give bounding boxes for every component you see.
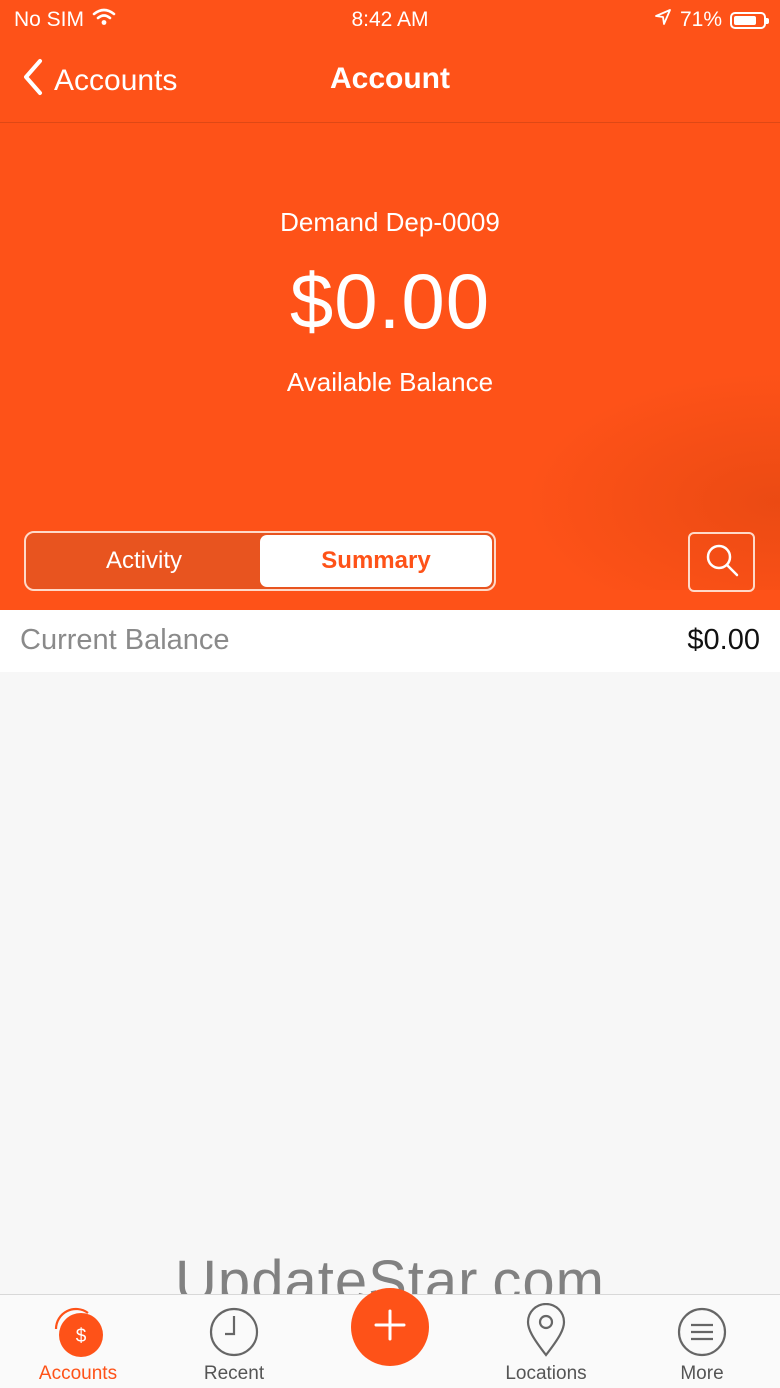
battery-percent: 71% [679, 8, 722, 31]
menu-icon [675, 1303, 729, 1362]
activity-summary-segmented-control: Activity Summary [24, 531, 496, 591]
plus-icon [374, 1309, 406, 1346]
account-name: Demand Dep-0009 [280, 207, 500, 237]
segment-summary[interactable]: Summary [260, 535, 492, 587]
battery-icon [730, 11, 769, 29]
segment-activity[interactable]: Activity [28, 535, 260, 587]
tab-more-label: More [680, 1363, 724, 1384]
clock-icon [207, 1303, 261, 1362]
current-balance-value: $0.00 [687, 624, 760, 656]
current-balance-label: Current Balance [20, 624, 230, 656]
available-balance-label: Available Balance [286, 367, 494, 397]
status-right: 71% [654, 8, 769, 32]
accounts-icon: $ [48, 1303, 108, 1366]
available-balance-amount: $0.00 [289, 257, 491, 345]
nav-bar: Accounts Account [0, 40, 780, 123]
tab-more[interactable]: More [624, 1295, 780, 1388]
accounts-icon-glyph: $ [76, 1326, 87, 1347]
location-arrow-icon [654, 8, 672, 32]
tab-recent[interactable]: Recent [156, 1295, 312, 1388]
page-title: Account [330, 62, 450, 95]
add-button[interactable] [351, 1288, 429, 1366]
tab-locations[interactable]: Locations [468, 1295, 624, 1388]
tab-accounts-label: Accounts [38, 1363, 118, 1384]
tab-accounts[interactable]: $ Accounts [0, 1295, 156, 1388]
account-header: No SIM 8:42 AM 71% Accounts Account Dema… [0, 0, 780, 610]
map-pin-icon [524, 1302, 568, 1364]
search-icon [704, 542, 740, 583]
status-bar: No SIM 8:42 AM 71% [0, 0, 780, 40]
search-button[interactable] [688, 532, 755, 592]
current-balance-row: Current Balance $0.00 [0, 610, 780, 672]
tab-locations-label: Locations [505, 1363, 587, 1384]
tab-recent-label: Recent [203, 1363, 265, 1384]
